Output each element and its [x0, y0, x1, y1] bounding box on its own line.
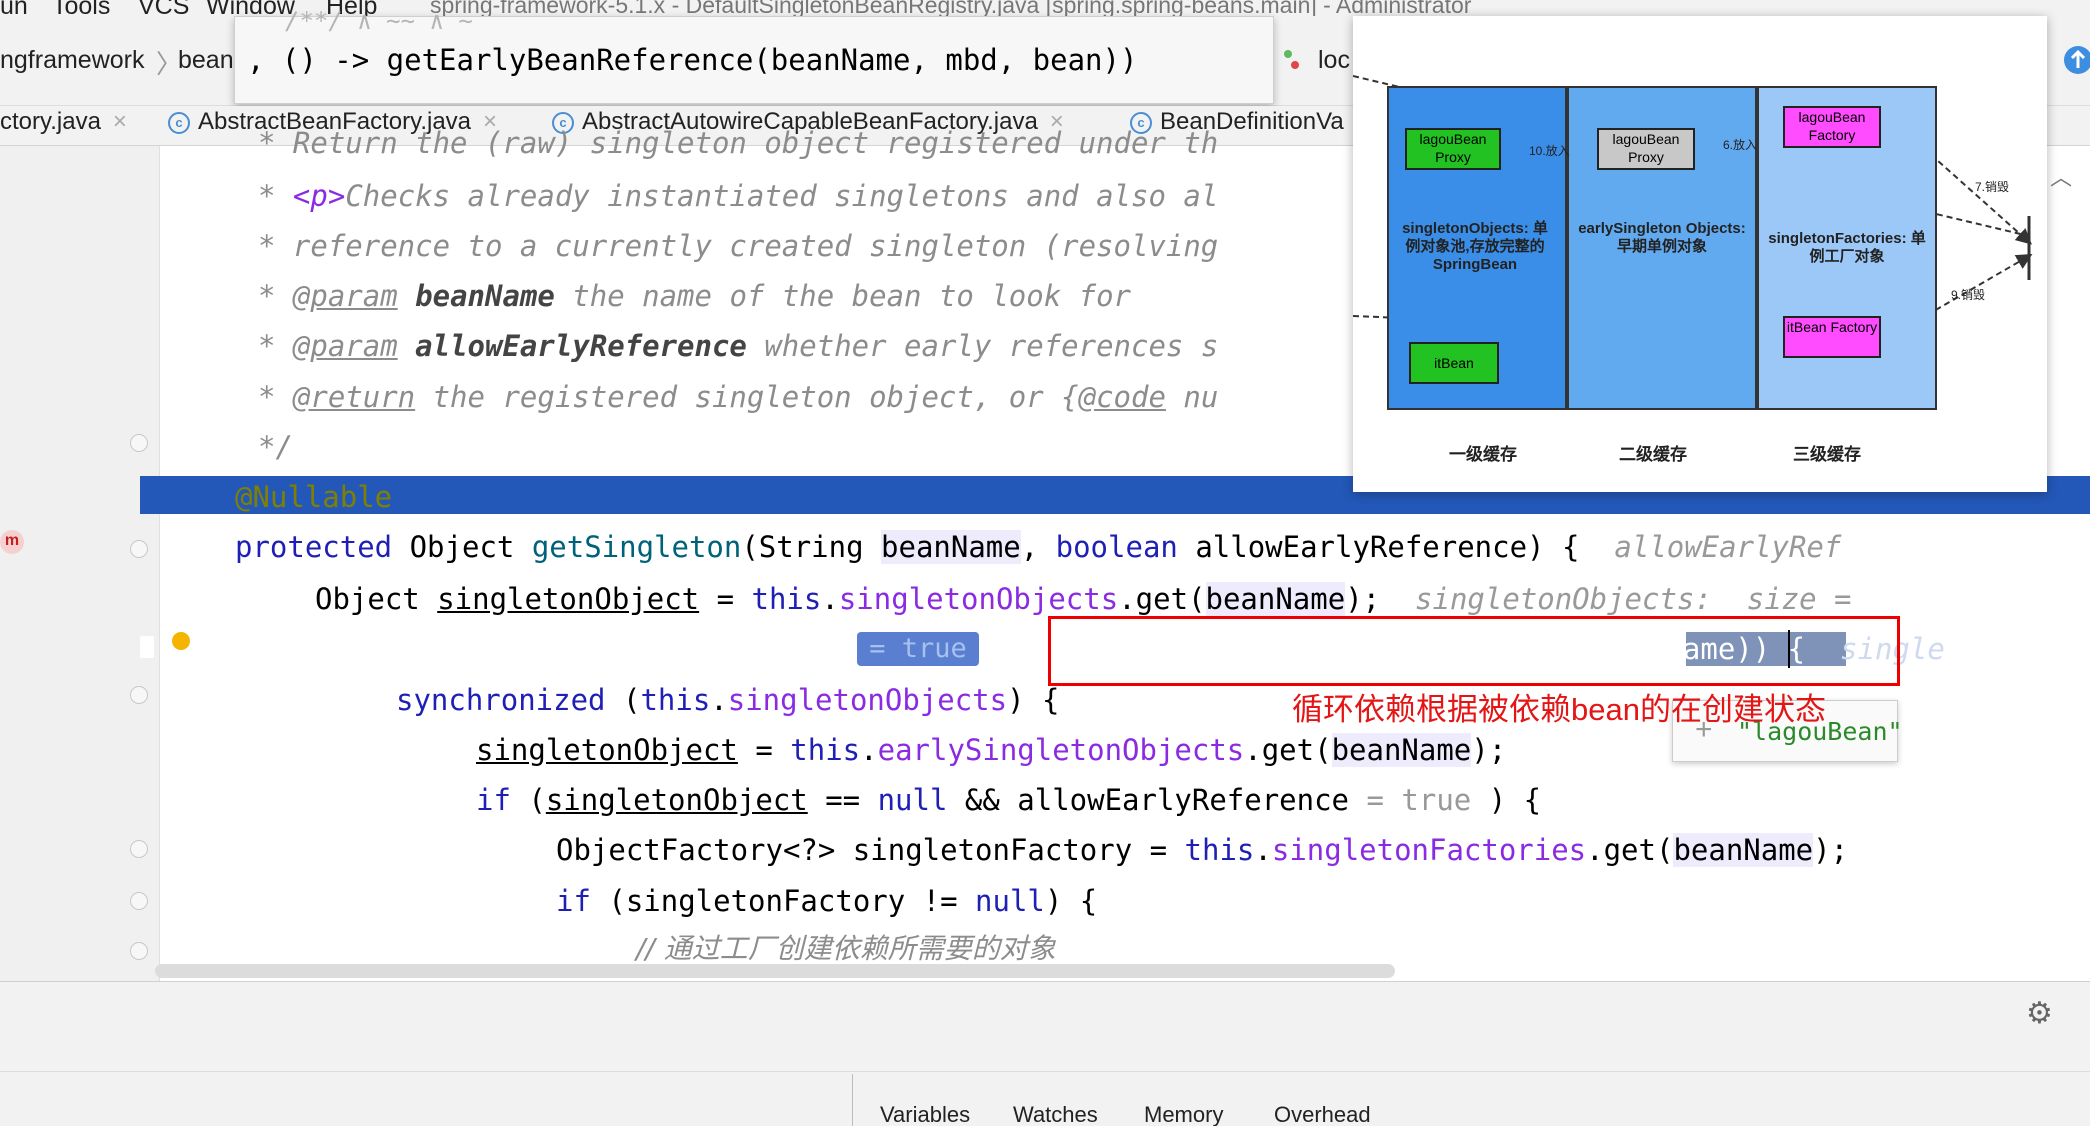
- diagram-box-itbean: itBean: [1409, 342, 1499, 384]
- code-line: @Nullable: [235, 480, 393, 514]
- code-line: * @return the registered singleton objec…: [258, 380, 1219, 414]
- menu-tools[interactable]: Tools: [52, 0, 110, 16]
- red-highlight-box: [1048, 616, 1900, 686]
- breadcrumb-location[interactable]: loc: [1318, 46, 1350, 75]
- code-line: if (singletonFactory != null) {: [556, 884, 1098, 918]
- code-line: ObjectFactory<?> singletonFactory = this…: [556, 833, 1849, 867]
- popup-faded-text: /**/ ∧ ∼∼ ∧ ∼: [285, 7, 473, 35]
- code-line: if (singletonObject == null && allowEarl…: [476, 783, 1542, 817]
- diagram-col2-text: earlySingleton Objects: 早期单例对象: [1578, 220, 1746, 255]
- code-line: protected Object getSingleton(String bea…: [235, 530, 1842, 564]
- run-config-icon[interactable]: [1282, 48, 1302, 72]
- code-line: synchronized (this.singletonObjects) {: [396, 683, 1060, 717]
- tab-label: ctory.java: [0, 108, 101, 135]
- cache-diagram: lagouBean Proxy lagouBean Proxy lagouBea…: [1353, 16, 2047, 492]
- fold-icon[interactable]: [130, 540, 148, 558]
- code-line: Object singletonObject = this.singletonO…: [315, 582, 1852, 616]
- popup-signature: , () -> getEarlyBeanReference(beanName, …: [247, 43, 1138, 77]
- tab-memory[interactable]: Memory: [1144, 1102, 1223, 1126]
- diagram-box-proxy-1: lagouBean Proxy: [1405, 128, 1501, 170]
- tab-variables[interactable]: Variables: [880, 1102, 970, 1126]
- code-line: * @param allowEarlyReference whether ear…: [258, 329, 1219, 363]
- code-line: * <p>Checks already instantiated singlet…: [258, 179, 1219, 213]
- tab-factory-java[interactable]: ctory.java ×: [0, 108, 127, 136]
- method-marker-icon[interactable]: m: [0, 530, 24, 554]
- diagram-box-itfactory: itBean Factory: [1783, 316, 1881, 358]
- fold-icon[interactable]: [130, 942, 148, 960]
- diagram-col3-text: singletonFactories: 单例工厂对象: [1768, 230, 1926, 265]
- diagram-col1-text: singletonObjects: 单例对象池,存放完整的SpringBean: [1402, 220, 1548, 273]
- ide-window: un Tools VCS Window Help spring-framewor…: [0, 0, 2090, 1126]
- gear-icon[interactable]: ⚙: [2026, 996, 2053, 1031]
- lightbulb-icon[interactable]: [172, 632, 190, 650]
- annotation-text: 循环依赖根据被依赖bean的在创建状态: [1292, 692, 1826, 727]
- scroll-up-icon[interactable]: ︿: [2050, 160, 2072, 192]
- code-line: * reference to a currently created singl…: [258, 229, 1219, 263]
- breadcrumb-package[interactable]: ngframework: [0, 46, 145, 75]
- panel-divider: [852, 1074, 853, 1126]
- fold-icon[interactable]: [130, 892, 148, 910]
- fold-icon[interactable]: [130, 840, 148, 858]
- menu-run[interactable]: un: [0, 0, 28, 16]
- horizontal-scrollbar[interactable]: [155, 964, 1395, 978]
- code-line: * @param beanName the name of the bean t…: [258, 279, 1132, 313]
- fold-icon[interactable]: [130, 686, 148, 704]
- edge-label: 10.放入: [1529, 144, 1570, 158]
- diagram-level1-label: 一级缓存: [1449, 445, 1517, 464]
- code-line: * Return the (raw) singleton object regi…: [258, 126, 1219, 160]
- fold-icon[interactable]: [130, 434, 148, 452]
- tab-overhead[interactable]: Overhead: [1274, 1102, 1371, 1126]
- debug-panel: ⚙ Variables Watches Memory Overhead: [0, 981, 2090, 1126]
- diagram-level2-label: 二级缓存: [1619, 445, 1687, 464]
- lambda-signature-popup: /**/ ∧ ∼∼ ∧ ∼ , () -> getEarlyBeanRefere…: [234, 7, 1274, 104]
- update-arrow-icon[interactable]: [2064, 46, 2090, 74]
- diagram-level3-label: 三级缓存: [1793, 445, 1861, 464]
- code-line: */: [258, 430, 293, 464]
- debug-toolbar: [0, 1038, 2090, 1072]
- diagram-box-factory: lagouBean Factory: [1783, 106, 1881, 148]
- code-line: // 通过工厂创建依赖所需要的对象: [636, 932, 1056, 965]
- edge-label: 7.销毁: [1975, 180, 2010, 194]
- breakpoint-marker-icon[interactable]: [140, 636, 154, 658]
- code-line-current: if (singletonObject == null: [315, 632, 787, 666]
- close-icon[interactable]: ×: [113, 108, 127, 135]
- inline-value-true: = true: [857, 632, 979, 666]
- tab-watches[interactable]: Watches: [1013, 1102, 1098, 1126]
- window-title: spring-framework-5.1.x - DefaultSingleto…: [430, 0, 1472, 16]
- edge-label: 6.放入: [1723, 138, 1758, 152]
- editor-gutter[interactable]: [0, 146, 160, 981]
- code-line: singletonObject = this.earlySingletonObj…: [476, 733, 1507, 767]
- diagram-box-proxy-2: lagouBean Proxy: [1597, 128, 1695, 170]
- menu-vcs[interactable]: VCS: [138, 0, 189, 16]
- edge-label: 9.销毁: [1951, 288, 1986, 302]
- menu-window[interactable]: Window: [206, 0, 295, 16]
- class-icon: c: [168, 111, 190, 134]
